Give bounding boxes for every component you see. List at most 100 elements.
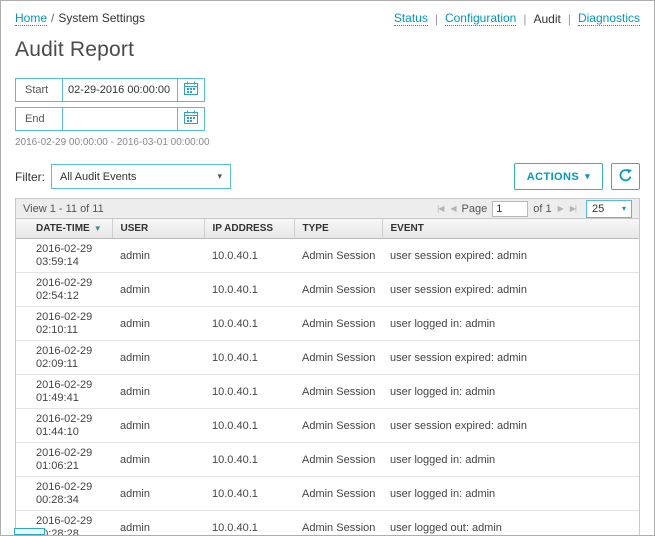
cell-type: Admin Session — [294, 375, 382, 409]
table-row[interactable]: 2016-02-29 01:06:21 admin 10.0.40.1 Admi… — [16, 443, 639, 477]
cell-user: admin — [112, 375, 204, 409]
cell-type: Admin Session — [294, 409, 382, 443]
start-calendar-button[interactable] — [177, 79, 204, 101]
cell-event: user logged in: admin — [382, 375, 639, 409]
cell-date: 2016-02-29 — [36, 481, 104, 494]
cell-date: 2016-02-29 — [36, 447, 104, 460]
cell-date-time: 2016-02-29 01:06:21 — [16, 443, 112, 477]
cell-ip-address: 10.0.40.1 — [204, 477, 294, 511]
breadcrumb-home-link[interactable]: Home — [15, 11, 47, 26]
cell-event: user logged in: admin — [382, 477, 639, 511]
calendar-icon — [184, 110, 198, 129]
cell-event: user logged out: admin — [382, 511, 639, 536]
audit-events-filter-select[interactable]: All Audit Events ▾ — [51, 164, 231, 189]
cell-date: 2016-02-29 — [36, 515, 104, 528]
end-calendar-button[interactable] — [177, 108, 204, 130]
nav-separator: | — [568, 12, 571, 26]
cell-date: 2016-02-29 — [36, 277, 104, 290]
cell-user: admin — [112, 409, 204, 443]
chevron-down-icon: ▾ — [585, 172, 590, 181]
sort-desc-icon: ▼ — [94, 224, 102, 233]
start-date-input[interactable] — [63, 79, 177, 101]
nav-separator: | — [435, 12, 438, 26]
filter-selected-value: All Audit Events — [60, 171, 136, 183]
end-label: End — [16, 108, 63, 130]
cell-event: user session expired: admin — [382, 273, 639, 307]
cell-time: 00:28:28 — [36, 528, 104, 536]
filter-label: Filter: — [15, 170, 45, 184]
audit-table-body: 2016-02-29 03:59:14 admin 10.0.40.1 Admi… — [16, 239, 639, 536]
column-header-type[interactable]: TYPE — [294, 219, 382, 239]
column-header-label: IP ADDRESS — [213, 223, 274, 234]
cell-type: Admin Session — [294, 239, 382, 273]
cell-event: user logged in: admin — [382, 443, 639, 477]
first-page-button[interactable]: |◀ — [436, 204, 444, 213]
cell-date: 2016-02-29 — [36, 311, 104, 324]
nav-item-configuration[interactable]: Configuration — [445, 11, 516, 26]
cell-time: 00:28:34 — [36, 494, 104, 507]
table-row[interactable]: 2016-02-29 03:59:14 admin 10.0.40.1 Admi… — [16, 239, 639, 273]
date-range-summary: 2016-02-29 00:00:00 - 2016-03-01 00:00:0… — [15, 137, 654, 148]
cell-ip-address: 10.0.40.1 — [204, 273, 294, 307]
column-header-label: USER — [121, 223, 149, 234]
table-row[interactable]: 2016-02-29 00:28:28 admin 10.0.40.1 Admi… — [16, 511, 639, 536]
cell-type: Admin Session — [294, 307, 382, 341]
cell-date: 2016-02-29 — [36, 243, 104, 256]
cell-time: 01:06:21 — [36, 460, 104, 473]
table-header-row: DATE-TIME▼ USER IP ADDRESS TYPE EVENT — [16, 219, 639, 239]
view-count-text: View 1 - 11 of 11 — [23, 203, 104, 215]
table-row[interactable]: 2016-02-29 01:49:41 admin 10.0.40.1 Admi… — [16, 375, 639, 409]
cell-date-time: 2016-02-29 01:44:10 — [16, 409, 112, 443]
table-row[interactable]: 2016-02-29 01:44:10 admin 10.0.40.1 Admi… — [16, 409, 639, 443]
cell-user: admin — [112, 239, 204, 273]
cell-user: admin — [112, 511, 204, 536]
breadcrumb: Home/System Settings — [15, 11, 145, 25]
top-nav: Status | Configuration | Audit | Diagnos… — [394, 11, 640, 26]
column-header-user[interactable]: USER — [112, 219, 204, 239]
column-header-label: TYPE — [303, 223, 329, 234]
refresh-button[interactable] — [611, 163, 640, 190]
cell-time: 02:54:12 — [36, 290, 104, 303]
cell-ip-address: 10.0.40.1 — [204, 341, 294, 375]
page-number-input[interactable] — [492, 201, 528, 217]
actions-button-label: ACTIONS — [527, 171, 579, 183]
cell-date-time: 2016-02-29 02:10:11 — [16, 307, 112, 341]
cell-ip-address: 10.0.40.1 — [204, 409, 294, 443]
column-header-date-time[interactable]: DATE-TIME▼ — [16, 219, 112, 239]
cell-date: 2016-02-29 — [36, 413, 104, 426]
audit-table: DATE-TIME▼ USER IP ADDRESS TYPE EVENT 20… — [16, 219, 639, 536]
last-page-button[interactable]: ▶| — [569, 204, 577, 213]
cell-type: Admin Session — [294, 443, 382, 477]
actions-button[interactable]: ACTIONS ▾ — [514, 163, 603, 190]
table-row[interactable]: 2016-02-29 02:10:11 admin 10.0.40.1 Admi… — [16, 307, 639, 341]
nav-item-status[interactable]: Status — [394, 11, 428, 26]
calendar-icon — [184, 81, 198, 100]
end-date-group: End — [15, 107, 205, 131]
cell-ip-address: 10.0.40.1 — [204, 307, 294, 341]
table-row[interactable]: 2016-02-29 02:54:12 admin 10.0.40.1 Admi… — [16, 273, 639, 307]
page-size-select[interactable]: 25 ▾ — [586, 200, 632, 218]
cell-time: 01:44:10 — [36, 426, 104, 439]
nav-separator: | — [523, 12, 526, 26]
column-header-ip-address[interactable]: IP ADDRESS — [204, 219, 294, 239]
page-label: Page — [462, 203, 488, 215]
cell-type: Admin Session — [294, 273, 382, 307]
start-label: Start — [16, 79, 63, 101]
column-header-label: EVENT — [391, 223, 424, 234]
cell-time: 02:10:11 — [36, 324, 104, 337]
table-row[interactable]: 2016-02-29 00:28:34 admin 10.0.40.1 Admi… — [16, 477, 639, 511]
cell-user: admin — [112, 307, 204, 341]
grid-toolbar: View 1 - 11 of 11 |◀ ◀ Page of 1 ▶ ▶| 25… — [16, 199, 639, 219]
column-header-event[interactable]: EVENT — [382, 219, 639, 239]
next-page-button[interactable]: ▶ — [557, 204, 564, 213]
cell-event: user session expired: admin — [382, 409, 639, 443]
partial-cutoff-element — [14, 528, 45, 535]
nav-item-diagnostics[interactable]: Diagnostics — [578, 11, 640, 26]
end-date-input[interactable] — [63, 108, 177, 130]
refresh-icon — [618, 168, 633, 186]
cell-date-time: 2016-02-29 02:09:11 — [16, 341, 112, 375]
table-row[interactable]: 2016-02-29 02:09:11 admin 10.0.40.1 Admi… — [16, 341, 639, 375]
audit-report-page: Home/System Settings Status | Configurat… — [0, 0, 655, 536]
nav-item-audit[interactable]: Audit — [533, 12, 560, 26]
prev-page-button[interactable]: ◀ — [449, 204, 456, 213]
